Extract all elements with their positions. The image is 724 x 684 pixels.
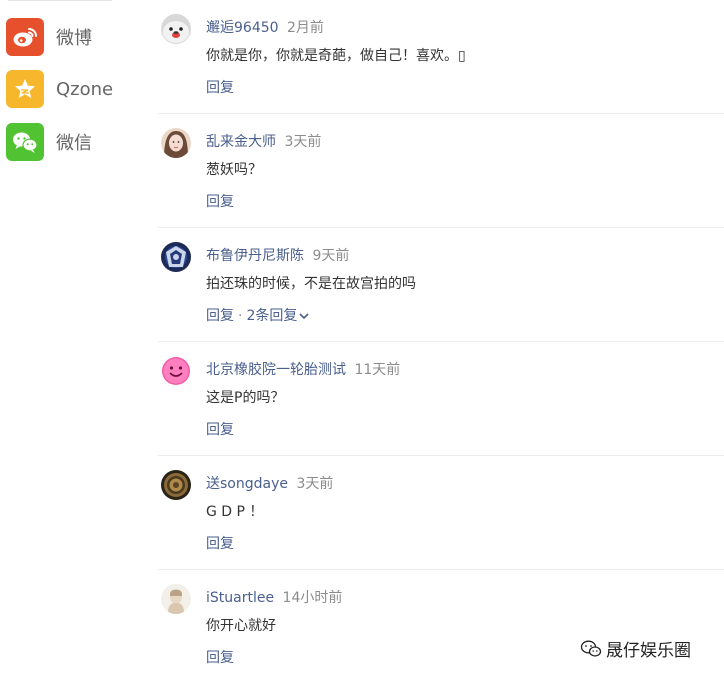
comment-actions: 回复	[206, 533, 234, 553]
reply-button[interactable]: 回复	[206, 422, 234, 438]
comment-time: 11天前	[354, 362, 401, 378]
share-wechat-button[interactable]: 微信	[6, 123, 92, 161]
reply-button[interactable]: 回复	[206, 536, 234, 552]
comment-item: 送songdaye 3天前 G D P ！ 回复	[158, 456, 724, 570]
comment-time: 3天前	[284, 134, 322, 150]
wechat-outline-icon	[580, 640, 602, 657]
comment-text: G D P ！	[206, 504, 264, 520]
qzone-star-icon	[6, 70, 44, 108]
comment-text: 你开心就好	[206, 618, 276, 634]
comment-text: 葱妖吗？	[206, 162, 262, 178]
avatar[interactable]	[161, 470, 191, 500]
share-qzone-button[interactable]: Qzone	[6, 70, 113, 108]
comment-item: iStuartlee 14小时前 你开心就好 回复	[158, 570, 724, 684]
share-weibo-button[interactable]: 微博	[6, 18, 92, 56]
comment-meta: 邂逅96450 2月前	[206, 17, 324, 37]
comment-username[interactable]: 送songdaye	[206, 476, 288, 492]
replies-count: 2条回复	[246, 308, 298, 324]
comment-text: 你就是你，你就是奇葩，做自己！喜欢。▯	[206, 48, 466, 64]
avatar[interactable]	[161, 128, 191, 158]
comment-meta: 送songdaye 3天前	[206, 473, 333, 493]
comment-meta: iStuartlee 14小时前	[206, 587, 342, 607]
comment-username[interactable]: 乱来金大师	[206, 134, 276, 150]
avatar[interactable]	[161, 14, 191, 44]
comment-item: 乱来金大师 3天前 葱妖吗？ 回复	[158, 114, 724, 228]
comment-item: 邂逅96450 2月前 你就是你，你就是奇葩，做自己！喜欢。▯ 回复	[158, 0, 724, 114]
share-weibo-label: 微博	[56, 28, 92, 49]
reply-button[interactable]: 回复	[206, 650, 234, 666]
comment-time: 14小时前	[282, 590, 343, 606]
comment-time: 9天前	[312, 248, 350, 264]
comment-actions: 回复	[206, 77, 234, 97]
share-wechat-label: 微信	[56, 133, 92, 154]
comment-actions: 回复	[206, 419, 234, 439]
comment-username[interactable]: 邂逅96450	[206, 20, 279, 36]
reply-button[interactable]: 回复	[206, 80, 234, 96]
comment-text: 这是P的吗？	[206, 390, 285, 406]
separator-dot: ·	[238, 308, 243, 324]
comment-text: 拍还珠的时候，不是在故宫拍的吗	[206, 276, 416, 292]
comment-actions: 回复 · 2条回复	[206, 305, 309, 325]
view-replies-button[interactable]: 2条回复	[246, 308, 309, 324]
comment-item: 北京橡胶院一轮胎测试 11天前 这是P的吗？ 回复	[158, 342, 724, 456]
watermark: 晟仔娱乐圈	[580, 636, 691, 661]
reply-button[interactable]: 回复	[206, 308, 234, 324]
comment-meta: 北京橡胶院一轮胎测试 11天前	[206, 359, 400, 379]
reply-button[interactable]: 回复	[206, 194, 234, 210]
avatar[interactable]	[161, 242, 191, 272]
comment-meta: 布鲁伊丹尼斯陈 9天前	[206, 245, 349, 265]
weibo-icon	[6, 18, 44, 56]
comment-actions: 回复	[206, 191, 234, 211]
chevron-down-icon	[299, 312, 309, 319]
comment-actions: 回复	[206, 647, 234, 667]
comment-time: 3天前	[296, 476, 334, 492]
comment-username[interactable]: 北京橡胶院一轮胎测试	[206, 362, 346, 378]
top-divider	[8, 0, 112, 1]
comment-username[interactable]: 布鲁伊丹尼斯陈	[206, 248, 304, 264]
share-qzone-label: Qzone	[56, 78, 114, 100]
comment-username[interactable]: iStuartlee	[206, 590, 274, 606]
watermark-text: 晟仔娱乐圈	[606, 641, 691, 661]
avatar[interactable]	[161, 356, 191, 386]
wechat-icon	[6, 123, 44, 161]
comment-meta: 乱来金大师 3天前	[206, 131, 321, 151]
avatar[interactable]	[161, 584, 191, 614]
comment-item: 布鲁伊丹尼斯陈 9天前 拍还珠的时候，不是在故宫拍的吗 回复 · 2条回复	[158, 228, 724, 342]
comment-time: 2月前	[287, 20, 324, 36]
